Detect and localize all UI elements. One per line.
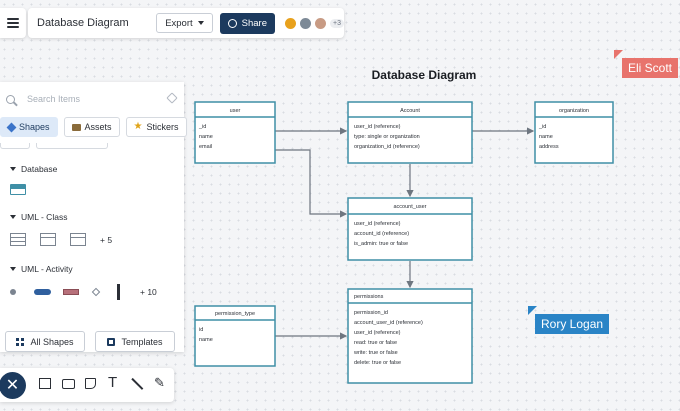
table-field: permission_id xyxy=(354,310,388,316)
table-field: email xyxy=(199,144,212,150)
table-name: permission_type xyxy=(215,311,255,317)
table-field: name xyxy=(199,337,213,343)
table-name: permissions xyxy=(354,294,384,300)
collaborator-cursor-eli: Eli Scott xyxy=(622,58,679,78)
table-user[interactable]: user _id name email xyxy=(194,101,276,164)
table-permission-type[interactable]: permission_type id name xyxy=(194,305,276,367)
table-permissions[interactable]: permissions permission_id account_user_i… xyxy=(347,288,473,384)
table-name: organization xyxy=(559,108,589,114)
table-account-user[interactable]: account_user user_id (reference) account… xyxy=(347,197,473,261)
table-field: id xyxy=(199,327,203,333)
table-field: name xyxy=(199,134,213,140)
table-field: _id xyxy=(538,124,546,130)
table-field: user_id (reference) xyxy=(354,330,401,336)
table-field: user_id (reference) xyxy=(354,221,401,227)
table-organization[interactable]: organization _id name address xyxy=(534,101,614,164)
table-field: delete: true or false xyxy=(354,360,401,366)
table-field: type: single or organization xyxy=(354,134,420,140)
table-field: write: true or false xyxy=(353,350,398,356)
diagram-canvas[interactable]: Database Diagram user _id name email Acc… xyxy=(0,0,680,411)
table-field: is_admin: true or false xyxy=(354,241,408,247)
connector[interactable] xyxy=(275,149,348,218)
table-name: Account xyxy=(400,108,420,114)
table-field: read: true or false xyxy=(354,340,397,346)
table-field: account_id (reference) xyxy=(354,231,409,237)
table-field: address xyxy=(539,144,559,150)
table-field: user_id (reference) xyxy=(354,124,401,130)
diagram-title: Database Diagram xyxy=(372,68,477,82)
table-field: name xyxy=(539,134,553,140)
table-field: _id xyxy=(198,124,206,130)
table-name: account_user xyxy=(393,204,426,210)
table-account[interactable]: Account user_id (reference) type: single… xyxy=(347,101,473,164)
collaborator-cursor-rory: Rory Logan xyxy=(535,314,610,334)
table-name: user xyxy=(230,108,241,114)
table-field: account_user_id (reference) xyxy=(354,320,423,326)
table-field: organization_id (reference) xyxy=(354,144,420,150)
